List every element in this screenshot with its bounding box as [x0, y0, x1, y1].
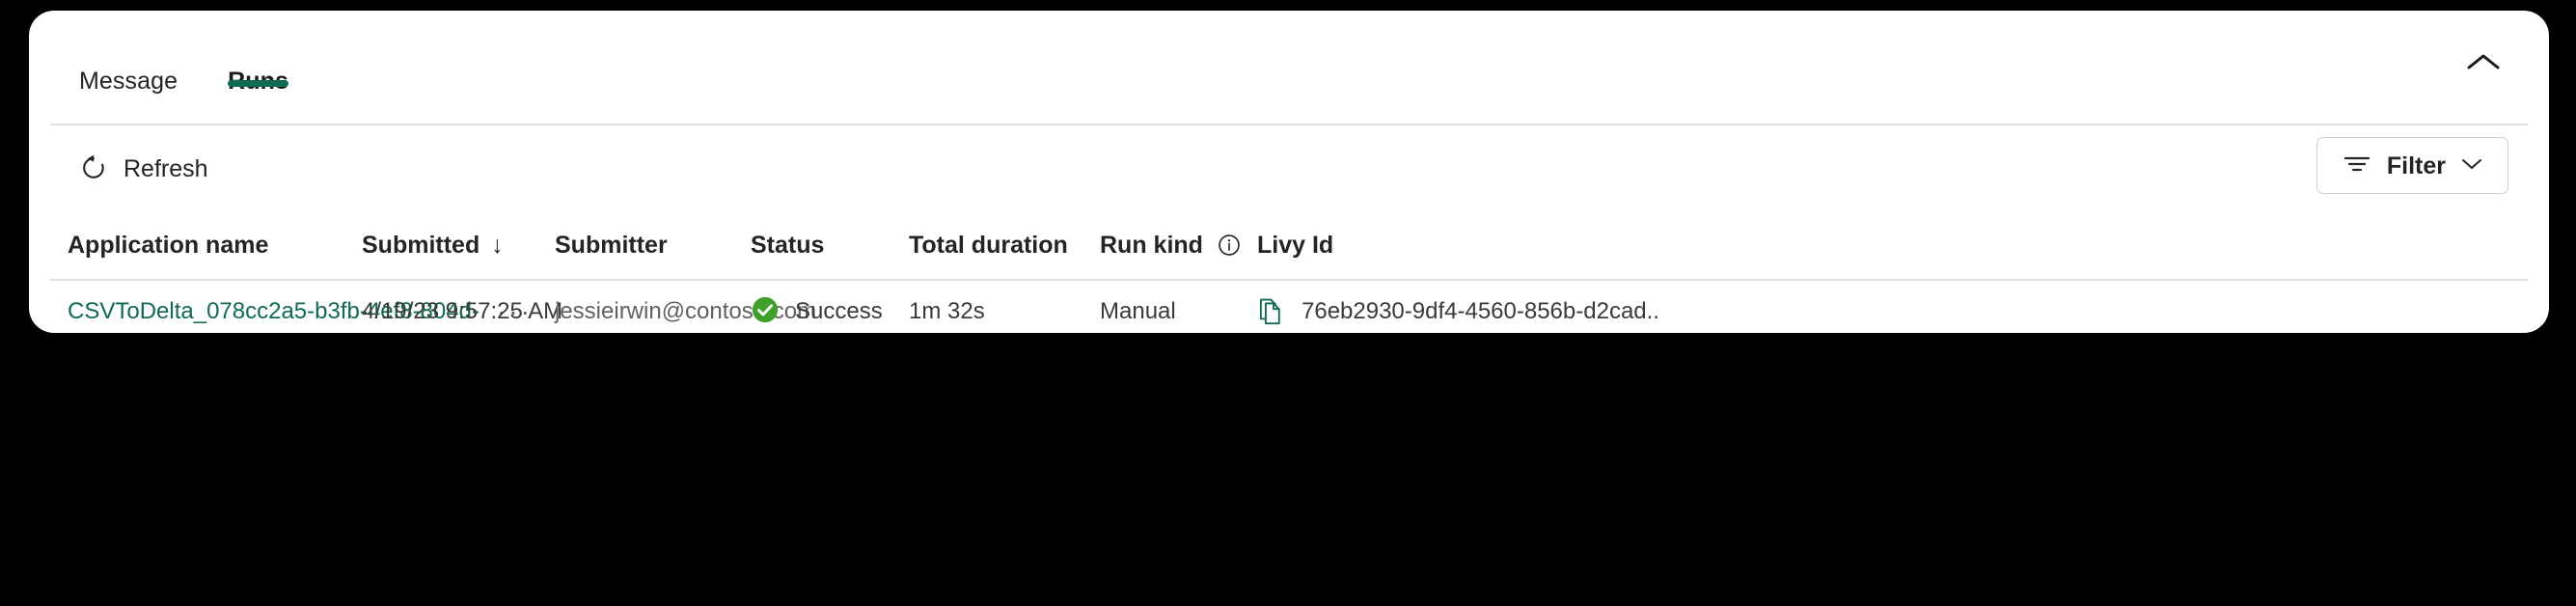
- filter-button-label: Filter: [2386, 152, 2446, 179]
- livy-id-value: 76eb2930-9df4-4560-856b-d2cad..: [1302, 298, 1659, 324]
- total-duration-value: 1m 32s: [909, 298, 985, 324]
- tab-strip: Message Runs: [29, 11, 2549, 124]
- tab-message-label: Message: [79, 67, 178, 95]
- filter-lines-icon: [2343, 152, 2371, 179]
- column-header-run-kind[interactable]: Run kind: [1100, 211, 1242, 279]
- chevron-up-icon: [2467, 52, 2500, 71]
- table-row[interactable]: CSVToDelta_078cc2a5-b3fb-4ef8-804d- ··· …: [29, 281, 2549, 333]
- sort-descending-icon: ↓: [491, 232, 504, 259]
- command-bar: Refresh Filter: [29, 124, 2549, 211]
- collapse-panel-button[interactable]: [2456, 38, 2510, 86]
- runs-table: Application name Submitted ↓ Submitter S…: [29, 211, 2549, 333]
- column-header-submitter[interactable]: Submitter: [555, 211, 668, 279]
- cell-run-kind: Manual: [1100, 281, 1176, 333]
- status-value: Success: [795, 298, 883, 324]
- tab-runs[interactable]: Runs: [203, 11, 314, 124]
- run-kind-value: Manual: [1100, 298, 1176, 324]
- column-header-livy-id[interactable]: Livy Id: [1257, 211, 1333, 279]
- cell-livy-id: 76eb2930-9df4-4560-856b-d2cad..: [1257, 281, 1659, 333]
- chevron-down-icon: [2461, 157, 2482, 174]
- tab-runs-underline: [228, 80, 289, 87]
- column-header-status[interactable]: Status: [751, 211, 824, 279]
- submitted-value: 4/19/23 9:57:25 AM: [362, 298, 563, 324]
- table-header-row: Application name Submitted ↓ Submitter S…: [29, 211, 2549, 281]
- cell-submitted: 4/19/23 9:57:25 AM: [362, 281, 562, 333]
- column-header-submitted[interactable]: Submitted ↓: [362, 211, 504, 279]
- cell-total-duration: 1m 32s: [909, 281, 985, 333]
- refresh-circular-arrow-icon: [79, 153, 108, 185]
- success-check-circle-icon: [751, 295, 780, 329]
- refresh-button-label: Refresh: [123, 155, 208, 182]
- runs-panel-card: Message Runs: [29, 11, 2549, 333]
- refresh-button[interactable]: Refresh: [68, 142, 220, 196]
- column-header-total-duration[interactable]: Total duration: [909, 211, 1068, 279]
- copy-document-icon[interactable]: [1257, 297, 1284, 326]
- filter-button[interactable]: Filter: [2316, 137, 2508, 194]
- info-circle-icon[interactable]: [1217, 233, 1242, 258]
- tab-message[interactable]: Message: [54, 11, 203, 124]
- cell-status: Success: [751, 281, 883, 333]
- screen-frame: Message Runs: [0, 0, 2576, 606]
- column-header-application-name[interactable]: Application name: [68, 211, 268, 279]
- tab-list: Message Runs: [54, 11, 314, 124]
